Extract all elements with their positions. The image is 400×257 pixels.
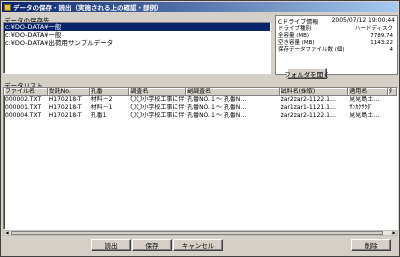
free-space-row: 空き容量 (MB) 1143.22 [276,40,397,47]
table-row[interactable]: 000004.TXT H170218-T 孔番1 〇〇小学校工事に伴う地質… 孔… [4,112,397,120]
total-capacity-value: 7789.74 [370,33,393,39]
column-header-applied-name[interactable]: 適用名 [348,88,389,95]
free-space-value: 1143.22 [370,40,393,46]
save-button[interactable]: 保存 [132,239,172,251]
table-cell: 〇〇小学校工事に伴う地質… [130,104,186,111]
file-count-label: 保存データファイル数 [278,47,334,53]
file-count-value: 4 [389,47,394,53]
table-cell: 孔番1 [90,112,107,119]
app-window: データの保存・読出（実施される上の確認・部例） データの保存先 c:¥DO-DA… [0,0,400,257]
title-bar: データの保存・読出（実施される上の確認・部例） [2,2,398,12]
column-header-filename[interactable]: ファイル名 [4,88,48,95]
table-cell: 〇〇小学校工事に伴う地質… [130,112,186,119]
read-button[interactable]: 読出 [91,239,131,251]
scroll-left-icon[interactable]: ◀ [4,231,10,235]
column-header-survey-name[interactable]: 調査名 [129,88,187,95]
scroll-right-icon[interactable]: ▶ [391,231,397,235]
data-list-grid[interactable]: ファイル名 受託No. 孔番 調査名 副調査名 試料名(採取) 適用名 ﾀ 00… [3,87,398,230]
drive-info-datetime: 2005/07/12 19:00:44 [331,17,395,24]
folder-item[interactable]: c:¥DO-DATA¥一般 [4,31,270,39]
app-icon [4,3,11,11]
table-cell: zar2zar2-1122.1… [280,112,336,119]
file-count-row: 保存データファイル数 (個) 4 [276,47,397,54]
table-cell: 000001.TXT [5,104,42,111]
table-cell: 見見島土… [349,96,380,103]
table-cell: zar1zar1-1121.1… [280,104,336,111]
delete-button[interactable]: 削除 [351,239,391,251]
column-header-hole-no[interactable]: 孔番 [90,88,130,95]
total-capacity-unit: (MB) [296,33,310,39]
table-cell: 孔番NO.１～ 孔番N… [187,112,247,119]
table-cell: 孔番NO.１～ 孔番N… [187,104,247,111]
free-space-unit: (MB) [301,40,315,46]
table-cell: 孔番NO.１～ 孔番N… [187,96,247,103]
table-cell: 000002.TXT [5,96,42,103]
table-cell [388,104,397,112]
drive-info-title: Cドライブ情報 [278,19,319,26]
table-cell: 材料－2 [90,96,113,103]
table-cell: 〇〇小学校工事に伴う地質… [130,96,186,103]
table-cell: H170218-T [48,96,82,103]
table-cell: 見見島土… [349,112,380,119]
drive-type-row: ドライブ種別 ハードディスク [276,26,397,33]
drive-type-label: ドライブ種別 [278,26,312,32]
table-cell: H170218-T [48,104,82,111]
folder-item[interactable]: c:¥DO-DATA¥一般 [4,23,270,31]
table-row[interactable]: 000002.TXT H170218-T 材料－2 〇〇小学校工事に伴う地質… … [4,96,397,104]
scrollbar-thumb[interactable] [11,231,383,235]
drive-info-panel: Cドライブ情報 2005/07/12 19:00:44 ドライブ種別 ハードディ… [275,15,398,75]
grid-header: ファイル名 受託No. 孔番 調査名 副調査名 試料名(採取) 適用名 ﾀ [4,88,397,96]
table-row[interactable]: 000001.TXT H170218-T 材料－1 〇〇小学校工事に伴う地質… … [4,104,397,112]
window-title: データの保存・読出（実施される上の確認・部例） [13,4,163,12]
free-space-label: 空き容量 [278,40,301,46]
total-capacity-row: 全容量 (MB) 7789.74 [276,33,397,40]
column-header-extra[interactable]: ﾀ [388,88,397,95]
folder-item[interactable]: c:¥DO-DATA¥出荷用サンプルデータ [4,39,270,47]
folder-list[interactable]: c:¥DO-DATA¥一般 c:¥DO-DATA¥一般 c:¥DO-DATA¥出… [3,22,271,74]
total-capacity-label: 全容量 [278,33,295,39]
table-cell [388,112,397,120]
cancel-button[interactable]: キャンセル [173,239,223,251]
column-header-sub-survey-name[interactable]: 副調査名 [186,88,280,95]
horizontal-scrollbar[interactable]: ◀ ▶ [3,230,398,236]
table-cell: ｻﾝｶｸｻｸﾀﾞ [349,104,374,111]
table-cell: zar2zar2-1122.1… [280,96,336,103]
file-count-unit: (個) [334,47,345,53]
table-cell: H170218-T [48,112,82,119]
column-header-sample-name[interactable]: 試料名(採取) [280,88,349,95]
open-folder-button[interactable]: フォルダを開く [284,68,330,79]
table-cell [388,96,397,104]
table-cell: 000004.TXT [5,112,42,119]
table-cell: 材料－1 [90,104,113,111]
column-header-order-no[interactable]: 受託No. [48,88,90,95]
drive-type-value: ハードディスク [354,26,393,32]
